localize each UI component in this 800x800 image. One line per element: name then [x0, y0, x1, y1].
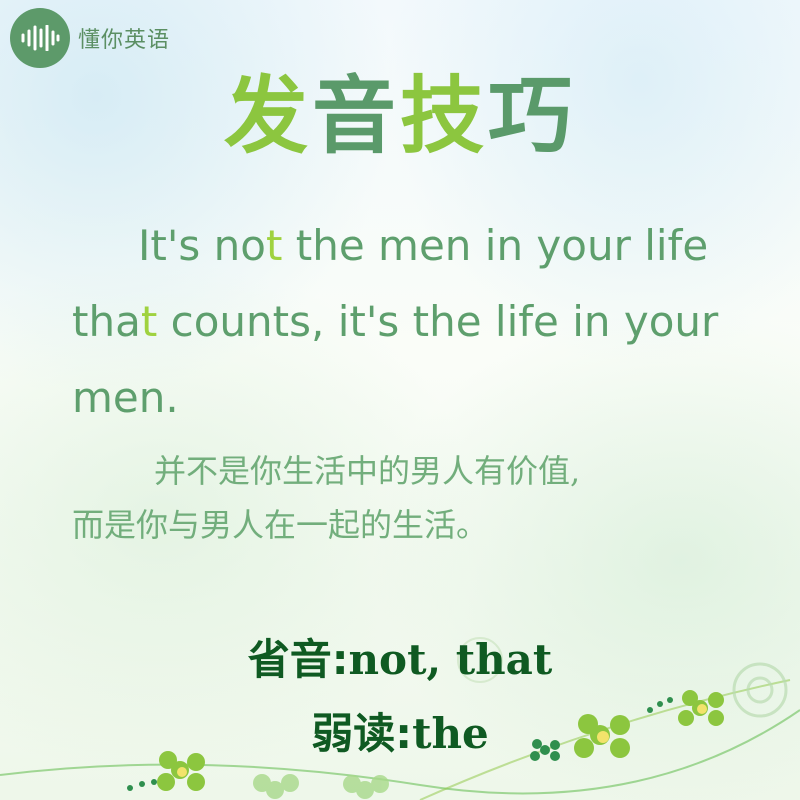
title-char-2: 音: [311, 67, 400, 165]
elision-words: not, that: [348, 635, 553, 684]
english-sentence: It's not the men in your life that count…: [72, 208, 737, 436]
elision-rule: 省音:not, that: [0, 626, 800, 687]
sentence-line-1: It's not the men in your life: [72, 208, 737, 284]
sentence-line-2: that counts, it's the life in your: [72, 284, 737, 360]
weak-label: 弱读:: [311, 709, 413, 758]
brand-logo: 懂你英语: [10, 8, 170, 68]
weak-form-rule: 弱读:the: [0, 700, 800, 761]
translation-line-1: 并不是你生活中的男人有价值,: [154, 452, 581, 490]
page-title: 发音技巧: [0, 74, 800, 158]
sentence-text: the men in your life: [282, 221, 709, 270]
brand-name: 懂你英语: [78, 28, 171, 53]
title-char-4: 巧: [488, 67, 577, 165]
translation-line-2: 而是你与男人在一起的生活。: [72, 506, 489, 544]
sentence-text: It's no: [138, 221, 266, 270]
title-char-1: 发: [223, 67, 312, 165]
weak-words: the: [412, 709, 489, 758]
sound-wave-icon: [10, 8, 70, 68]
sentence-text: counts, it's the life in your: [157, 297, 719, 346]
elided-letter: t: [265, 221, 283, 270]
elision-label: 省音:: [247, 635, 349, 684]
title-char-3: 技: [400, 67, 489, 165]
sentence-line-3: men.: [72, 373, 179, 422]
sentence-text: tha: [72, 297, 141, 346]
elided-letter: t: [140, 297, 158, 346]
chinese-translation: 并不是你生活中的男人有价值, 而是你与男人在一起的生活。: [72, 444, 722, 552]
